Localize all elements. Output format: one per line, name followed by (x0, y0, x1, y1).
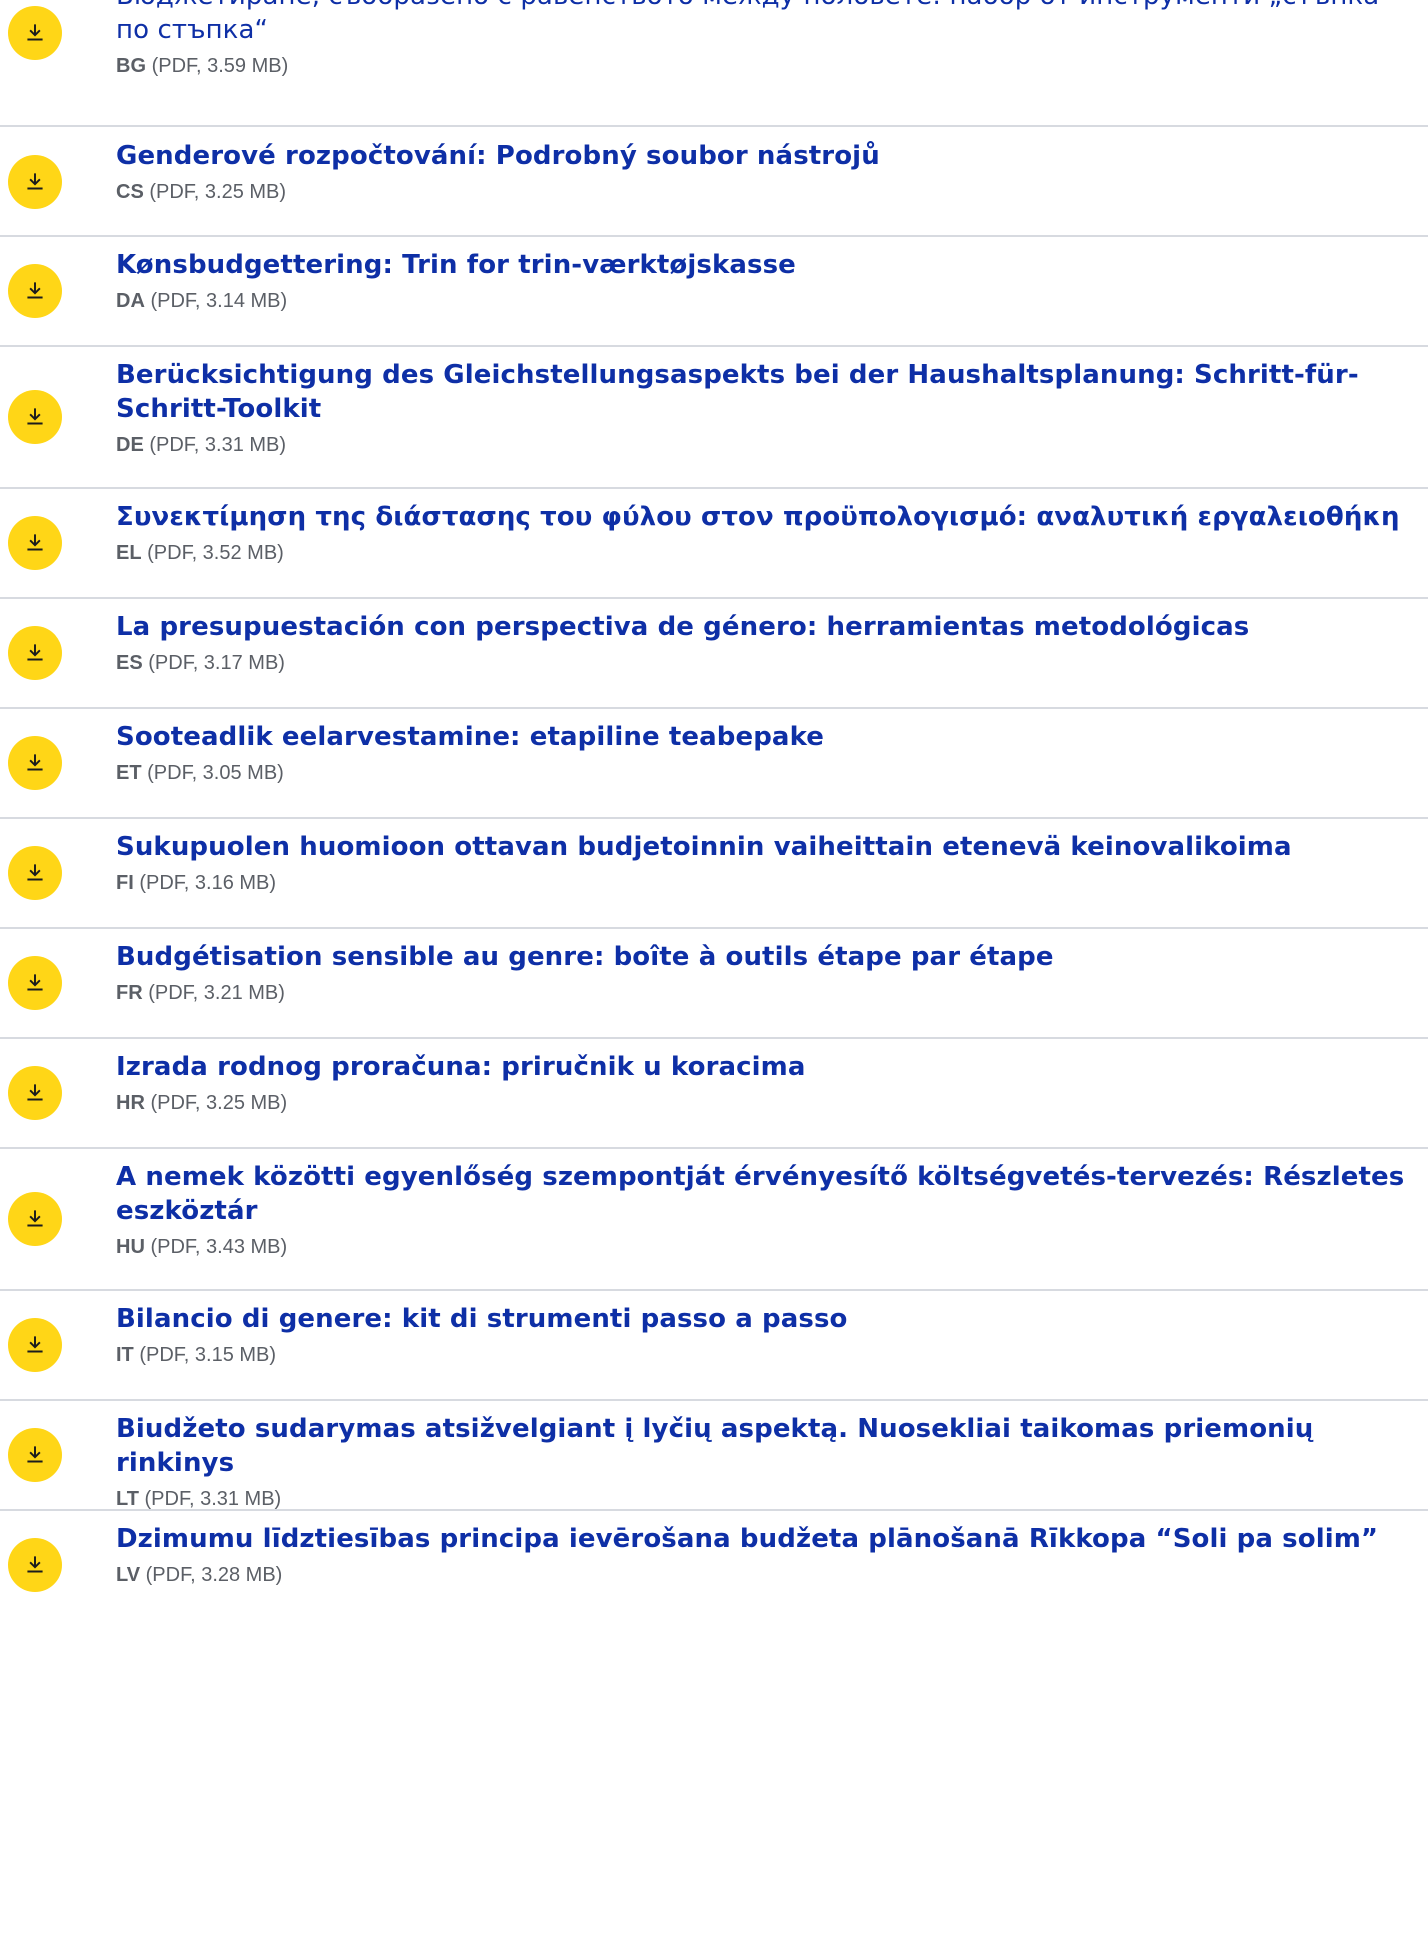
download-icon (27, 644, 43, 661)
document-title-link[interactable]: La presupuestación con perspectiva de gé… (116, 610, 1418, 644)
document-title-link[interactable]: Budgétisation sensible au genre: boîte à… (116, 940, 1418, 974)
download-icon (27, 173, 43, 190)
language-code: ET (116, 762, 142, 784)
list-item: Biudžeto sudarymas atsižvelgiant į lyčių… (0, 1401, 1428, 1510)
list-item: Sooteadlik eelarvestamine: etapiline tea… (0, 709, 1428, 818)
language-code: DA (116, 290, 145, 312)
file-info: (PDF, 3.15 MB) (139, 1344, 277, 1366)
download-icon (27, 408, 43, 425)
download-button[interactable] (8, 956, 62, 1010)
file-meta: ET (PDF, 3.05 MB) (116, 759, 1418, 787)
document-title-link[interactable]: Genderové rozpočtování: Podrobný soubor … (116, 139, 1418, 173)
document-title-link[interactable]: Kønsbudgettering: Trin for trin-værktøjs… (116, 248, 1418, 282)
download-button[interactable] (8, 1066, 62, 1120)
download-icon (27, 1446, 43, 1463)
document-title-link[interactable]: Sooteadlik eelarvestamine: etapiline tea… (116, 720, 1418, 754)
download-button[interactable] (8, 736, 62, 790)
document-title-link[interactable]: Συνεκτίμηση της διάστασης του φύλου στον… (116, 500, 1418, 534)
download-button[interactable] (8, 1428, 62, 1482)
list-item: La presupuestación con perspectiva de gé… (0, 599, 1428, 708)
list-item: Συνεκτίμηση της διάστασης του φύλου στον… (0, 489, 1428, 598)
list-item: Dzimumu līdztiesības principa ievērošana… (0, 1511, 1428, 1620)
file-info: (PDF, 3.52 MB) (147, 542, 284, 564)
file-info: (PDF, 3.14 MB) (150, 290, 288, 312)
file-meta: CS (PDF, 3.25 MB) (116, 178, 1418, 206)
file-meta: LV (PDF, 3.28 MB) (116, 1561, 1418, 1589)
download-icon (27, 864, 43, 881)
language-code: LV (116, 1564, 141, 1586)
file-info: (PDF, 3.17 MB) (148, 652, 285, 674)
file-meta: FR (PDF, 3.21 MB) (116, 979, 1418, 1007)
document-title-link[interactable]: Izrada rodnog proračuna: priručnik u kor… (116, 1050, 1418, 1084)
document-title-link[interactable]: Dzimumu līdztiesības principa ievērošana… (116, 1522, 1418, 1556)
document-title-link[interactable]: A nemek közötti egyenlőség szempontját é… (116, 1160, 1418, 1228)
download-button[interactable] (8, 155, 62, 209)
download-button[interactable] (8, 626, 62, 680)
file-info: (PDF, 3.05 MB) (147, 762, 284, 784)
document-title-link[interactable]: Berücksichtigung des Gleichstellungsaspe… (116, 358, 1418, 426)
file-meta: DE (PDF, 3.31 MB) (116, 431, 1418, 459)
file-info: (PDF, 3.31 MB) (149, 434, 287, 456)
download-button[interactable] (8, 1538, 62, 1592)
language-code: EL (116, 542, 142, 564)
document-title-link[interactable]: Biudžeto sudarymas atsižvelgiant į lyčių… (116, 1412, 1418, 1480)
language-code: LT (116, 1488, 139, 1510)
file-meta: HU (PDF, 3.43 MB) (116, 1233, 1418, 1261)
file-meta: IT (PDF, 3.15 MB) (116, 1341, 1418, 1369)
language-code: DE (116, 434, 144, 456)
download-button[interactable] (8, 846, 62, 900)
list-item: A nemek közötti egyenlőség szempontját é… (0, 1149, 1428, 1290)
download-button[interactable] (8, 6, 62, 60)
download-icon (27, 1210, 43, 1227)
download-icon (27, 1084, 43, 1101)
file-meta: FI (PDF, 3.16 MB) (116, 869, 1418, 897)
list-item: Izrada rodnog proračuna: priručnik u kor… (0, 1039, 1428, 1148)
file-info: (PDF, 3.16 MB) (139, 872, 277, 894)
language-code: BG (116, 55, 146, 77)
download-button[interactable] (8, 390, 62, 444)
language-code: HU (116, 1236, 145, 1258)
list-item: Budgétisation sensible au genre: boîte à… (0, 929, 1428, 1038)
file-info: (PDF, 3.21 MB) (148, 982, 285, 1004)
list-item: Berücksichtigung des Gleichstellungsaspe… (0, 347, 1428, 488)
download-icon (27, 754, 43, 771)
list-item: Sukupuolen huomioon ottavan budjetoinnin… (0, 819, 1428, 928)
file-meta: BG (PDF, 3.59 MB) (116, 52, 1418, 80)
language-code: CS (116, 181, 144, 203)
download-button[interactable] (8, 516, 62, 570)
document-title-link[interactable]: Bilancio di genere: kit di strumenti pas… (116, 1302, 1418, 1336)
document-title-link[interactable]: Бюджетиране, съобразено с равенството ме… (116, 0, 1418, 47)
file-info: (PDF, 3.25 MB) (150, 1092, 288, 1114)
document-title-link[interactable]: Sukupuolen huomioon ottavan budjetoinnin… (116, 830, 1418, 864)
download-icon (27, 534, 43, 551)
file-meta: HR (PDF, 3.25 MB) (116, 1089, 1418, 1117)
download-button[interactable] (8, 264, 62, 318)
file-info: (PDF, 3.43 MB) (150, 1236, 288, 1258)
language-code: FR (116, 982, 143, 1004)
list-item: Kønsbudgettering: Trin for trin-værktøjs… (0, 237, 1428, 346)
download-button[interactable] (8, 1318, 62, 1372)
file-info: (PDF, 3.31 MB) (144, 1488, 282, 1510)
list-item: Бюджетиране, съобразено с равенството ме… (0, 0, 1428, 127)
download-icon (27, 974, 43, 991)
file-info: (PDF, 3.25 MB) (149, 181, 287, 203)
download-icon (27, 1336, 43, 1353)
file-meta: ES (PDF, 3.17 MB) (116, 649, 1418, 677)
file-meta: DA (PDF, 3.14 MB) (116, 287, 1418, 315)
download-icon (27, 24, 43, 41)
list-item: Genderové rozpočtování: Podrobný soubor … (0, 127, 1428, 236)
language-code: ES (116, 652, 143, 674)
download-icon (27, 1556, 43, 1573)
language-code: FI (116, 872, 134, 894)
file-meta: EL (PDF, 3.52 MB) (116, 539, 1418, 567)
list-item: Bilancio di genere: kit di strumenti pas… (0, 1291, 1428, 1400)
download-button[interactable] (8, 1192, 62, 1246)
language-code: IT (116, 1344, 134, 1366)
file-info: (PDF, 3.28 MB) (145, 1564, 283, 1586)
file-info: (PDF, 3.59 MB) (151, 55, 289, 77)
language-code: HR (116, 1092, 145, 1114)
download-icon (27, 282, 43, 299)
